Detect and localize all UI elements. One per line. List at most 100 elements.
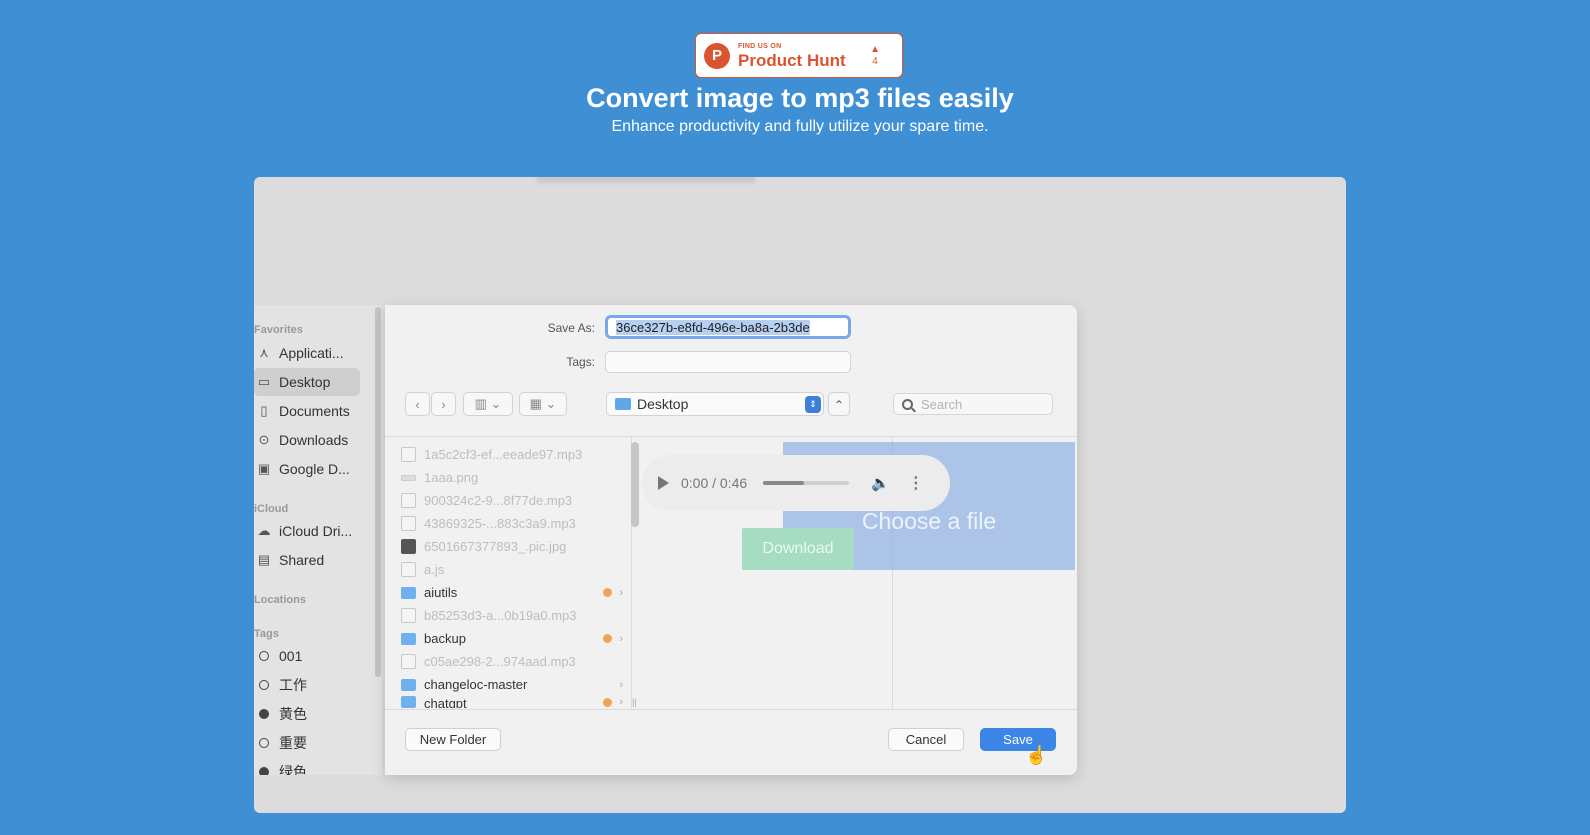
grid-view-button[interactable]: ▦ ⌄ bbox=[519, 392, 567, 416]
expand-dialog-button[interactable]: ⌃ bbox=[828, 392, 850, 416]
list-item[interactable]: a.js bbox=[401, 558, 623, 581]
new-folder-button[interactable]: New Folder bbox=[405, 728, 501, 751]
footer-divider bbox=[385, 709, 1077, 710]
download-button[interactable]: Download bbox=[742, 528, 854, 570]
choose-file-label: Choose a file bbox=[861, 508, 997, 534]
sidebar-tag-important[interactable]: 重要 bbox=[254, 729, 360, 757]
sidebar-item-label: iCloud Dri... bbox=[279, 523, 353, 539]
forward-button[interactable]: › bbox=[431, 392, 456, 416]
sidebar-item-label: Google D... bbox=[279, 461, 350, 477]
list-item[interactable]: backup › bbox=[401, 627, 623, 650]
audio-progress-fill bbox=[763, 481, 804, 485]
sidebar-item-label: Desktop bbox=[279, 374, 331, 390]
file-name: 43869325-...883c3a9.mp3 bbox=[424, 516, 576, 531]
list-item[interactable]: changeloc-master › bbox=[401, 673, 623, 696]
google-drive-icon: ▣ bbox=[257, 461, 271, 476]
search-placeholder: Search bbox=[921, 396, 963, 412]
tags-label: Tags: bbox=[566, 355, 595, 369]
up-down-chevron-icon: ⇕ bbox=[805, 396, 821, 413]
columns-icon: ▥ ⌄ bbox=[474, 396, 502, 411]
product-hunt-logo-icon: P bbox=[704, 42, 730, 69]
sidebar-section-icloud: iCloud bbox=[254, 503, 289, 515]
file-name: backup bbox=[424, 631, 466, 646]
list-item[interactable]: chatgpt › bbox=[401, 696, 623, 708]
list-item[interactable]: aiutils › bbox=[401, 581, 623, 604]
sidebar-tag-work[interactable]: 工作 bbox=[254, 671, 360, 699]
sidebar-tag-001[interactable]: 001 bbox=[254, 642, 360, 670]
audio-progress-slider[interactable] bbox=[763, 481, 850, 485]
sidebar-item-icloud-drive[interactable]: ☁ iCloud Dri... bbox=[254, 517, 360, 545]
cloud-icon: ☁ bbox=[257, 523, 271, 538]
orange-tag-icon bbox=[603, 634, 613, 643]
chevron-right-icon: › bbox=[619, 632, 623, 645]
list-item[interactable]: 6501667377893_.pic.jpg bbox=[401, 535, 623, 558]
tag-outline-icon bbox=[259, 651, 269, 661]
folder-icon bbox=[401, 678, 416, 691]
audio-file-icon bbox=[401, 516, 416, 531]
audio-file-icon bbox=[401, 608, 416, 623]
tag-filled-icon bbox=[259, 709, 269, 719]
image-file-icon bbox=[401, 474, 416, 481]
sidebar-item-documents[interactable]: ▯ Documents bbox=[254, 397, 360, 425]
more-options-icon[interactable]: ⋮ bbox=[908, 473, 924, 493]
sidebar-item-applications[interactable]: ⋏ Applicati... bbox=[254, 339, 360, 367]
file-name: 6501667377893_.pic.jpg bbox=[424, 539, 567, 554]
list-item[interactable]: b85253d3-a...0b19a0.mp3 bbox=[401, 604, 623, 627]
script-file-icon bbox=[401, 562, 416, 577]
sidebar-item-label: 绿色 bbox=[279, 764, 307, 775]
audio-file-icon bbox=[401, 493, 416, 508]
card-top-shadow bbox=[537, 177, 755, 180]
downloads-icon: ⊙ bbox=[258, 432, 270, 447]
sidebar-item-desktop[interactable]: ▭ Desktop bbox=[254, 368, 360, 396]
folder-icon bbox=[401, 632, 416, 645]
chevron-up-icon: ⌃ bbox=[833, 398, 845, 412]
save-as-field[interactable]: 36ce327b-e8fd-496e-ba8a-2b3de bbox=[605, 315, 851, 339]
file-name: a.js bbox=[424, 562, 445, 577]
list-item[interactable]: 900324c2-9...8f77de.mp3 bbox=[401, 489, 623, 512]
vote-count: 4 bbox=[872, 55, 878, 67]
toolbar-divider bbox=[385, 436, 1077, 437]
sidebar-item-google-drive[interactable]: ▣ Google D... bbox=[254, 455, 360, 483]
finder-sidebar: Favorites ⋏ Applicati... ▭ Desktop ▯ Doc… bbox=[254, 305, 382, 775]
sidebar-scrollbar[interactable] bbox=[375, 307, 381, 677]
product-hunt-badge[interactable]: P FIND US ON Product Hunt ▲ 4 bbox=[695, 33, 903, 78]
tags-field[interactable] bbox=[605, 351, 851, 373]
product-hunt-name: Product Hunt bbox=[738, 50, 846, 70]
sidebar-item-label: Documents bbox=[279, 403, 350, 419]
file-list-scrollbar[interactable] bbox=[631, 442, 639, 527]
search-input[interactable]: Search bbox=[893, 393, 1053, 415]
file-name: 1aaa.png bbox=[424, 470, 479, 485]
documents-icon: ▯ bbox=[260, 403, 268, 418]
product-hunt-find-us: FIND US ON bbox=[738, 42, 782, 50]
cancel-button[interactable]: Cancel bbox=[888, 728, 964, 751]
desktop-icon: ▭ bbox=[257, 374, 271, 389]
column-resize-handle[interactable]: || bbox=[632, 697, 637, 707]
sidebar-tag-green[interactable]: 绿色 bbox=[254, 758, 360, 775]
save-dialog: Save As: 36ce327b-e8fd-496e-ba8a-2b3de T… bbox=[385, 305, 1077, 775]
play-icon[interactable] bbox=[658, 476, 669, 490]
sidebar-item-label: 工作 bbox=[279, 677, 307, 693]
list-item[interactable]: 43869325-...883c3a9.mp3 bbox=[401, 512, 623, 535]
audio-player: 0:00 / 0:46 🔈 ⋮ bbox=[642, 455, 950, 511]
folder-icon bbox=[401, 696, 416, 708]
list-item[interactable]: 1aaa.png bbox=[401, 466, 623, 489]
sidebar-item-downloads[interactable]: ⊙ Downloads bbox=[254, 426, 360, 454]
sidebar-item-label: 001 bbox=[279, 648, 303, 664]
list-item[interactable]: 1a5c2cf3-ef...eeade97.mp3 bbox=[401, 443, 623, 466]
sidebar-section-locations: Locations bbox=[254, 594, 306, 606]
chevron-right-icon: › bbox=[441, 396, 446, 412]
orange-tag-icon bbox=[603, 697, 613, 707]
column-view-button[interactable]: ▥ ⌄ bbox=[463, 392, 513, 416]
list-item[interactable]: c05ae298-2...974aad.mp3 bbox=[401, 650, 623, 673]
sidebar-item-shared[interactable]: ▤ Shared bbox=[254, 546, 360, 574]
back-button[interactable]: ‹ bbox=[405, 392, 430, 416]
audio-time: 0:00 / 0:46 bbox=[681, 475, 748, 491]
save-as-label: Save As: bbox=[547, 321, 595, 335]
file-name: 1a5c2cf3-ef...eeade97.mp3 bbox=[424, 447, 583, 462]
chevron-right-icon: › bbox=[619, 586, 623, 599]
file-name: changeloc-master bbox=[424, 677, 528, 692]
save-as-value: 36ce327b-e8fd-496e-ba8a-2b3de bbox=[616, 320, 810, 335]
sidebar-tag-yellow[interactable]: 黄色 bbox=[254, 700, 360, 728]
location-select[interactable]: Desktop ⇕ bbox=[606, 392, 824, 416]
volume-icon[interactable]: 🔈 bbox=[871, 474, 890, 492]
